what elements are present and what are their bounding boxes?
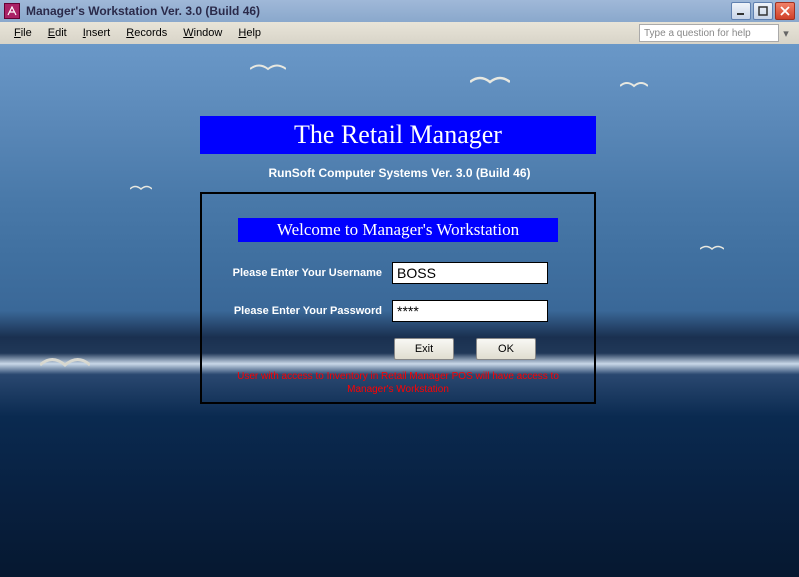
app-icon — [4, 3, 20, 19]
help-search-dropdown-icon[interactable]: ▾ — [779, 24, 793, 42]
content-area: The Retail Manager RunSoft Computer Syst… — [0, 44, 799, 577]
app-subtitle: RunSoft Computer Systems Ver. 3.0 (Build… — [0, 166, 799, 180]
ok-button[interactable]: OK — [476, 338, 536, 360]
access-note: User with access to Inventory in Retail … — [202, 370, 594, 396]
bird-decoration — [130, 184, 152, 194]
password-input[interactable] — [392, 300, 548, 322]
menu-bar: File Edit Insert Records Window Help Typ… — [0, 22, 799, 44]
menu-help[interactable]: Help — [230, 25, 269, 41]
bird-decoration — [470, 74, 510, 90]
username-label: Please Enter Your Username — [212, 267, 392, 279]
menu-file[interactable]: File — [6, 25, 40, 41]
app-title-banner: The Retail Manager — [200, 116, 596, 154]
bird-decoration — [250, 62, 286, 76]
help-search-placeholder: Type a question for help — [644, 28, 751, 39]
menu-edit[interactable]: Edit — [40, 25, 75, 41]
menu-records[interactable]: Records — [118, 25, 175, 41]
exit-button[interactable]: Exit — [394, 338, 454, 360]
password-label: Please Enter Your Password — [212, 305, 392, 317]
bird-decoration — [700, 244, 724, 254]
bird-decoration — [620, 80, 648, 92]
menu-window[interactable]: Window — [175, 25, 230, 41]
access-note-line2: Manager's Workstation — [347, 384, 449, 395]
maximize-button[interactable] — [753, 2, 773, 20]
close-button[interactable] — [775, 2, 795, 20]
username-input[interactable] — [392, 262, 548, 284]
minimize-button[interactable] — [731, 2, 751, 20]
access-note-line1: User with access to Inventory in Retail … — [237, 371, 559, 382]
login-panel: Welcome to Manager's Workstation Please … — [200, 192, 596, 404]
menu-insert[interactable]: Insert — [75, 25, 119, 41]
bird-decoration — [40, 354, 90, 376]
title-bar: Manager's Workstation Ver. 3.0 (Build 46… — [0, 0, 799, 22]
help-search-input[interactable]: Type a question for help — [639, 24, 779, 42]
welcome-banner: Welcome to Manager's Workstation — [238, 218, 558, 242]
window-title: Manager's Workstation Ver. 3.0 (Build 46… — [26, 4, 731, 18]
